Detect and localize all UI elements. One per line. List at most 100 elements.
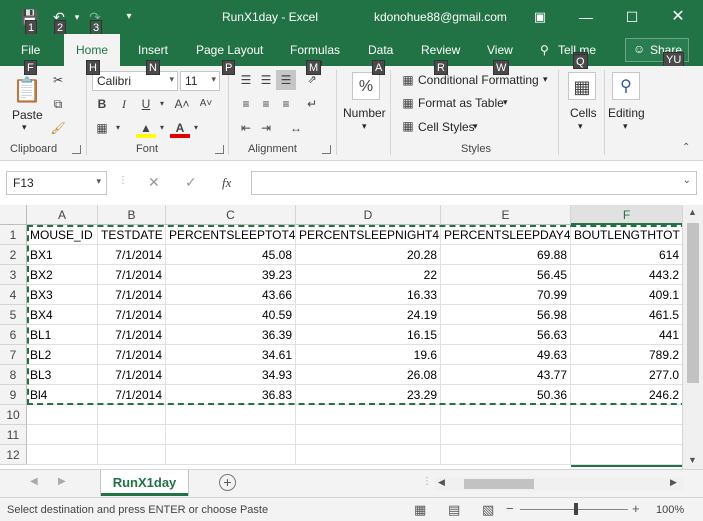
tell-me-icon[interactable]: ⚲	[540, 43, 549, 57]
tab-page-layout[interactable]: Page Layout	[196, 43, 263, 57]
tab-formulas[interactable]: Formulas	[290, 43, 340, 57]
italic-icon[interactable]: I	[114, 94, 134, 114]
horizontal-scroll-thumb[interactable]	[464, 479, 534, 489]
table-cell[interactable]	[27, 425, 98, 445]
table-cell[interactable]: 441	[571, 325, 682, 345]
table-cell[interactable]: 246.2	[571, 385, 682, 405]
close-icon[interactable]: ✕	[655, 0, 701, 34]
font-launcher-icon[interactable]	[215, 145, 224, 154]
scroll-up-icon[interactable]: ▲	[688, 207, 697, 217]
table-cell[interactable]: 7/1/2014	[98, 325, 166, 345]
cells-dropdown-icon[interactable]: ▾	[578, 121, 583, 132]
table-cell[interactable]: BX1	[27, 245, 98, 265]
table-cell[interactable]	[441, 405, 571, 425]
font-name-select[interactable]: Calibri ▾	[92, 71, 178, 91]
alignment-launcher-icon[interactable]	[322, 145, 331, 154]
table-cell[interactable]: 26.08	[296, 365, 441, 385]
horizontal-scrollbar[interactable]: ◀ ▶	[434, 477, 684, 491]
copy-icon[interactable]: ⧉	[48, 94, 68, 114]
search-icon[interactable]: ⚲	[612, 72, 640, 100]
number-button[interactable]: Number	[343, 106, 386, 120]
bottom-align-icon[interactable]: ☰	[276, 70, 296, 90]
cells-icon[interactable]: ▦	[568, 72, 596, 100]
table-cell[interactable]: BL2	[27, 345, 98, 365]
table-cell[interactable]: 20.28	[296, 245, 441, 265]
row-header[interactable]: 9	[0, 385, 27, 405]
row-header[interactable]: 1	[0, 225, 27, 245]
table-cell[interactable]: 49.63	[441, 345, 571, 365]
cancel-icon[interactable]: ✕	[148, 174, 160, 191]
cells-button[interactable]: Cells	[570, 106, 597, 120]
tab-view[interactable]: View	[487, 43, 513, 57]
increase-indent-icon[interactable]: ⇥	[256, 118, 276, 138]
table-cell[interactable]: PERCENTSLEEPNIGHT4	[296, 225, 441, 245]
number-dropdown-icon[interactable]: ▾	[362, 121, 367, 132]
table-cell[interactable]	[98, 425, 166, 445]
table-cell[interactable]: 45.08	[166, 245, 296, 265]
zoom-slider-thumb[interactable]	[574, 503, 578, 515]
top-align-icon[interactable]: ☰	[236, 70, 256, 90]
table-cell[interactable]: 56.98	[441, 305, 571, 325]
decrease-indent-icon[interactable]: ⇤	[236, 118, 256, 138]
select-all-corner[interactable]	[0, 205, 27, 225]
scroll-down-icon[interactable]: ▼	[688, 455, 697, 465]
table-cell[interactable]: 789.2	[571, 345, 682, 365]
zoom-level[interactable]: 100%	[656, 504, 684, 516]
borders-dropdown-icon[interactable]: ▾	[108, 118, 128, 138]
chevron-down-icon[interactable]: ▾	[96, 176, 101, 187]
vertical-scrollbar[interactable]: ▲ ▼	[682, 205, 703, 469]
table-cell[interactable]	[27, 405, 98, 425]
clipboard-launcher-icon[interactable]	[72, 145, 81, 154]
minimize-icon[interactable]: —	[563, 0, 609, 34]
table-cell[interactable]: MOUSE_ID	[27, 225, 98, 245]
row-header[interactable]: 11	[0, 425, 27, 445]
scroll-left-icon[interactable]: ◀	[438, 477, 445, 488]
insert-function-icon[interactable]: fx	[222, 175, 231, 191]
table-cell[interactable]: 43.77	[441, 365, 571, 385]
paste-icon[interactable]: 📋	[12, 76, 42, 106]
font-size-select[interactable]: 11 ▾	[180, 71, 220, 91]
table-cell[interactable]: 7/1/2014	[98, 285, 166, 305]
scroll-right-icon[interactable]: ▶	[670, 477, 677, 488]
page-layout-view-icon[interactable]: ▤	[448, 502, 460, 518]
table-cell[interactable]: Bl4	[27, 385, 98, 405]
table-cell[interactable]: 36.83	[166, 385, 296, 405]
table-cell[interactable]	[441, 425, 571, 445]
page-break-view-icon[interactable]: ▧	[482, 502, 494, 518]
maximize-icon[interactable]: ☐	[609, 0, 655, 34]
zoom-out-icon[interactable]: −	[506, 501, 514, 516]
vertical-scroll-thumb[interactable]	[687, 223, 699, 383]
formula-input[interactable]: ⌄	[251, 171, 697, 195]
table-cell[interactable]	[571, 445, 682, 465]
enter-icon[interactable]: ✓	[185, 174, 197, 191]
tab-split-grip-icon[interactable]: ⋮	[422, 476, 432, 487]
underline-dropdown-icon[interactable]: ▾	[152, 94, 172, 114]
name-box[interactable]: F13 ▾	[6, 171, 107, 195]
table-cell[interactable]: 16.15	[296, 325, 441, 345]
new-sheet-icon[interactable]: +	[219, 474, 236, 491]
table-cell[interactable]: 7/1/2014	[98, 345, 166, 365]
row-header[interactable]: 6	[0, 325, 27, 345]
table-cell[interactable]: 461.5	[571, 305, 682, 325]
tab-insert[interactable]: Insert	[138, 43, 168, 57]
table-cell[interactable]: 7/1/2014	[98, 305, 166, 325]
table-cell[interactable]	[166, 405, 296, 425]
sheet-tab-runx1day[interactable]: RunX1day	[101, 470, 188, 496]
table-cell[interactable]: 39.23	[166, 265, 296, 285]
table-cell[interactable]: 7/1/2014	[98, 365, 166, 385]
row-header[interactable]: 4	[0, 285, 27, 305]
table-cell[interactable]	[296, 445, 441, 465]
prev-sheet-icon[interactable]: ◀	[30, 476, 38, 487]
paste-dropdown-icon[interactable]: ▾	[22, 122, 27, 133]
next-sheet-icon[interactable]: ▶	[58, 476, 66, 487]
table-cell[interactable]: 19.6	[296, 345, 441, 365]
table-cell[interactable]	[166, 445, 296, 465]
table-cell[interactable]: 277.0	[571, 365, 682, 385]
fill-color-dropdown-icon[interactable]: ▾	[152, 118, 172, 138]
row-header[interactable]: 3	[0, 265, 27, 285]
table-cell[interactable]: 23.29	[296, 385, 441, 405]
middle-align-icon[interactable]: ☰	[256, 70, 276, 90]
table-cell[interactable]: 443.2	[571, 265, 682, 285]
format-as-table-icon[interactable]: ▦	[398, 93, 418, 113]
conditional-formatting-icon[interactable]: ▦	[398, 70, 418, 90]
